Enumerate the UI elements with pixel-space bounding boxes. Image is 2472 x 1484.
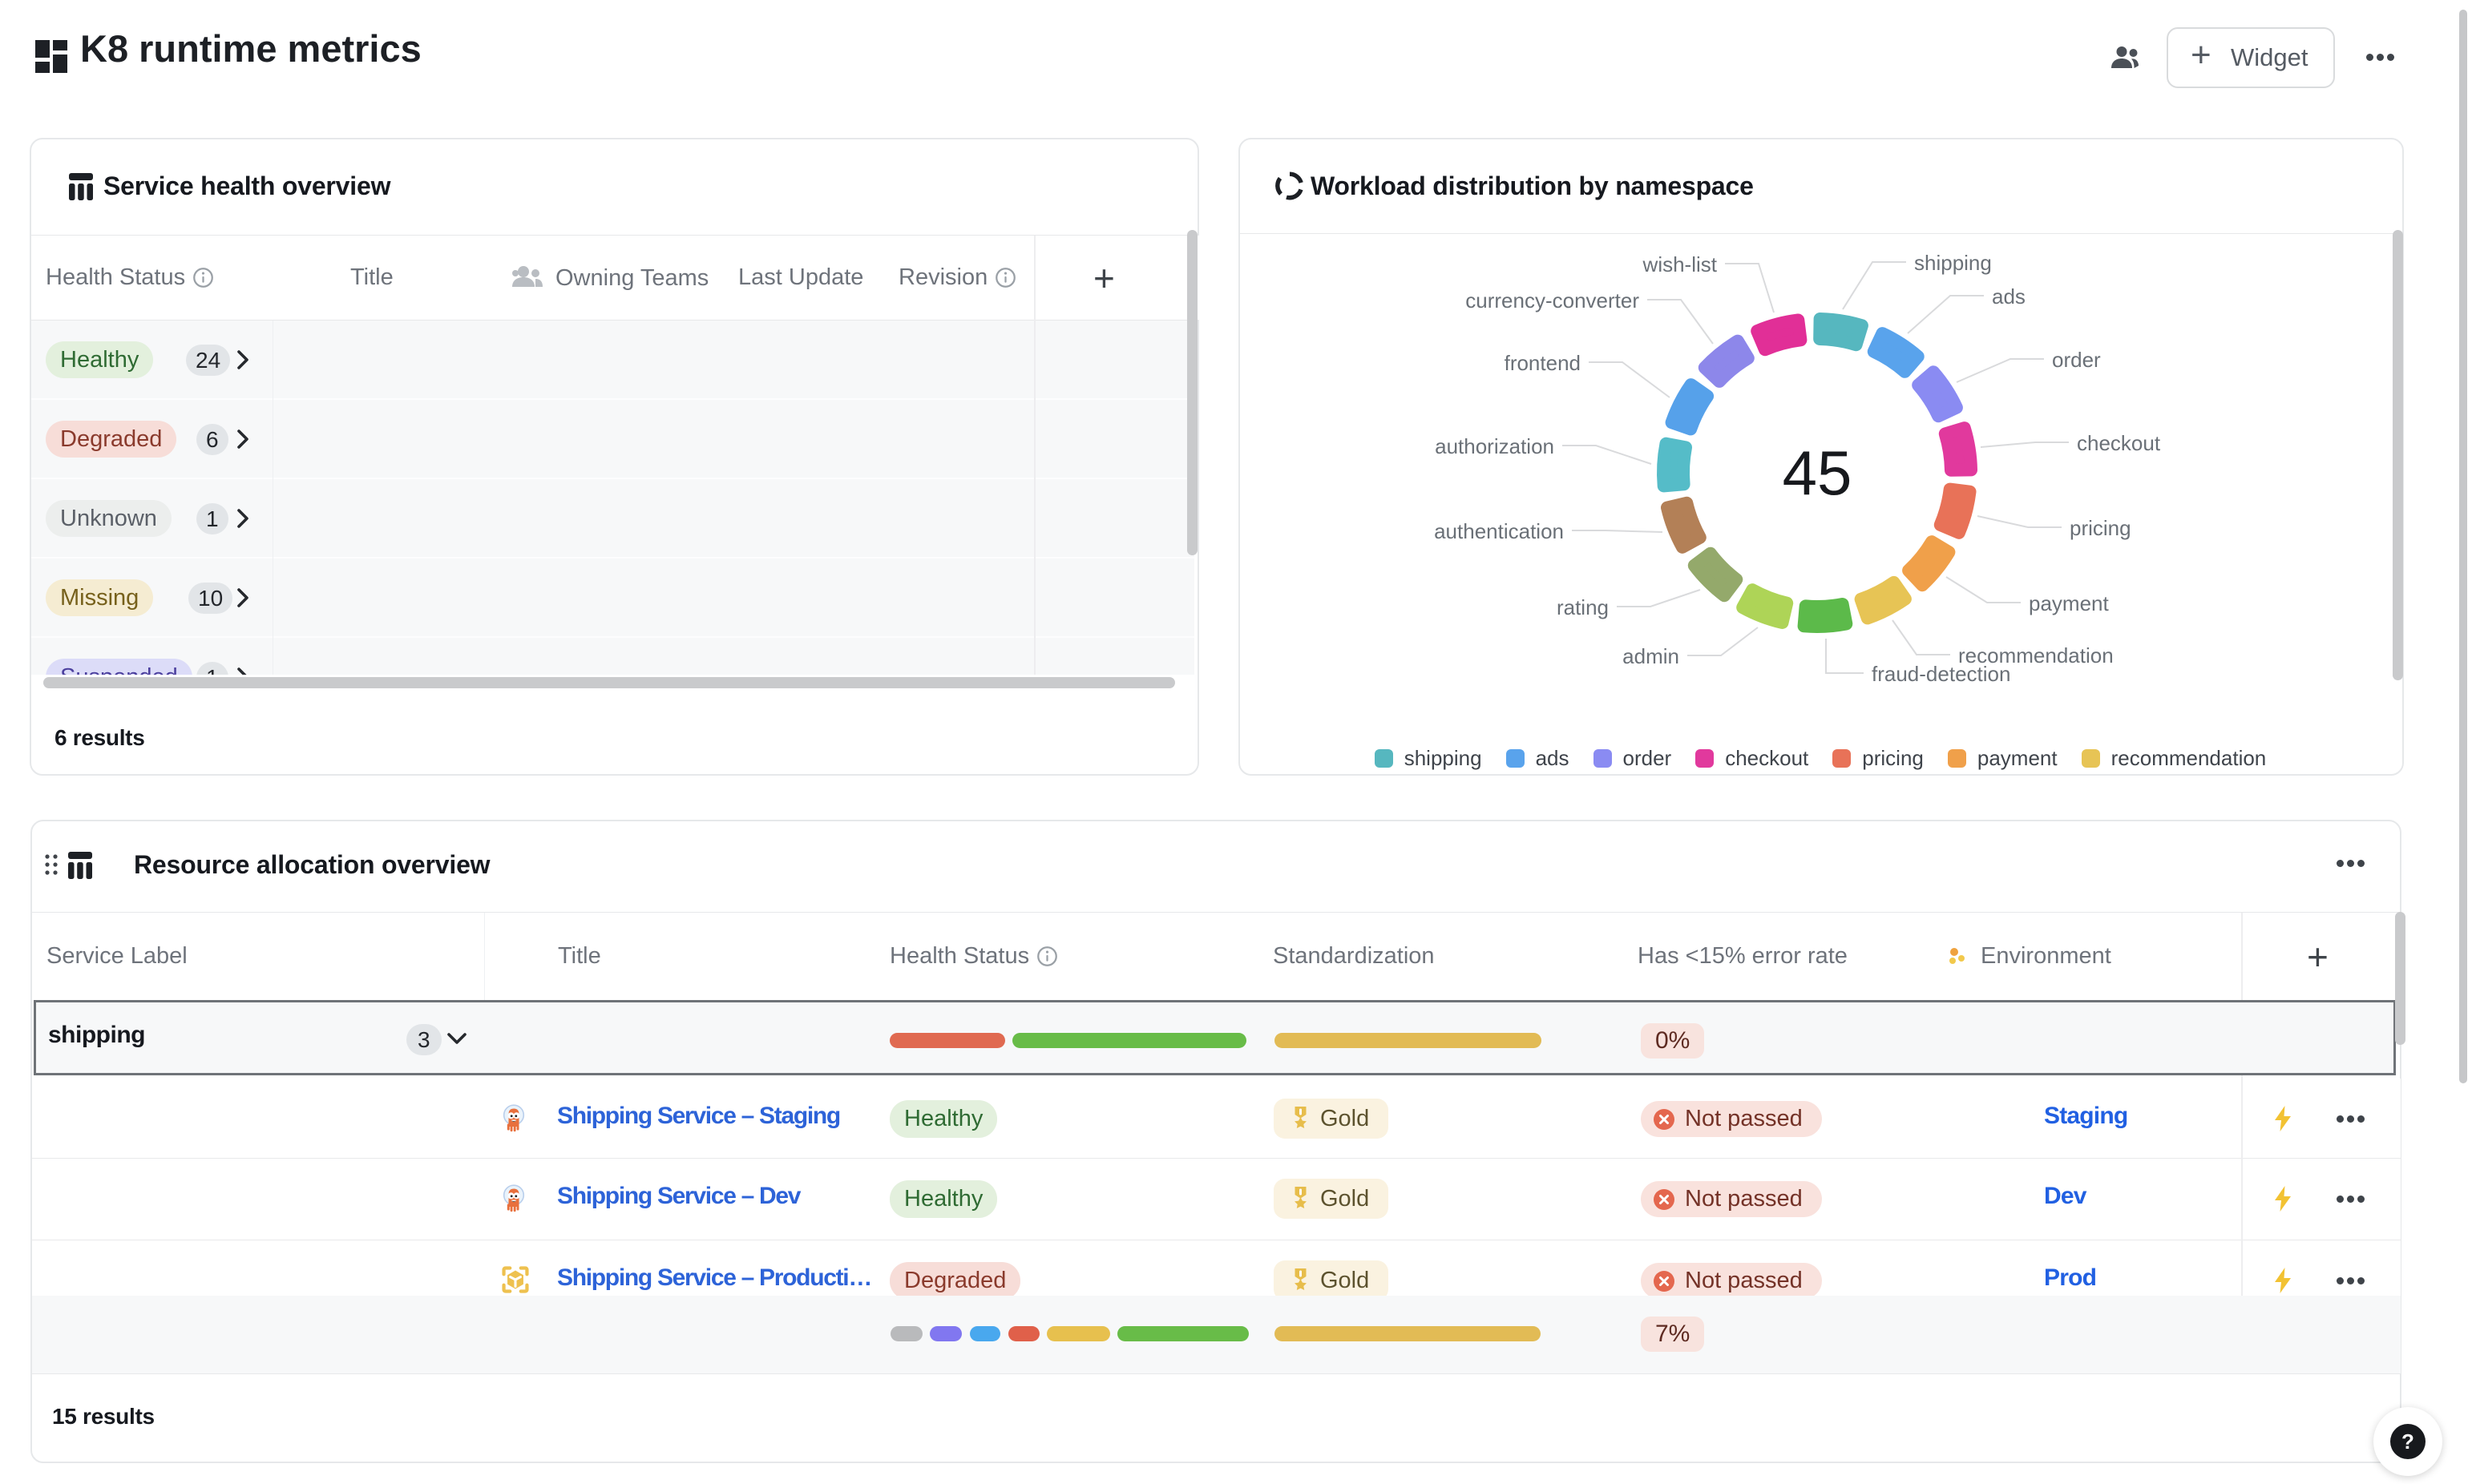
svg-text:payment: payment [2029,591,2109,615]
svg-text:order: order [2052,348,2101,372]
svg-text:admin: admin [1622,644,1679,668]
svg-text:?: ? [2401,1430,2414,1454]
svg-text:authorization: authorization [1435,434,1554,458]
svg-text:shipping: shipping [1914,251,1992,275]
svg-text:currency-converter: currency-converter [1465,288,1639,313]
svg-text:frontend: frontend [1505,351,1581,375]
svg-text:ads: ads [1992,284,2026,308]
svg-text:fraud-detection: fraud-detection [1872,662,2010,686]
svg-text:45: 45 [1783,438,1852,508]
svg-text:checkout: checkout [2077,431,2161,455]
svg-text:authentication: authentication [1434,519,1564,543]
svg-text:pricing: pricing [2070,516,2131,540]
svg-text:wish-list: wish-list [1642,252,1718,276]
svg-text:rating: rating [1557,595,1609,619]
